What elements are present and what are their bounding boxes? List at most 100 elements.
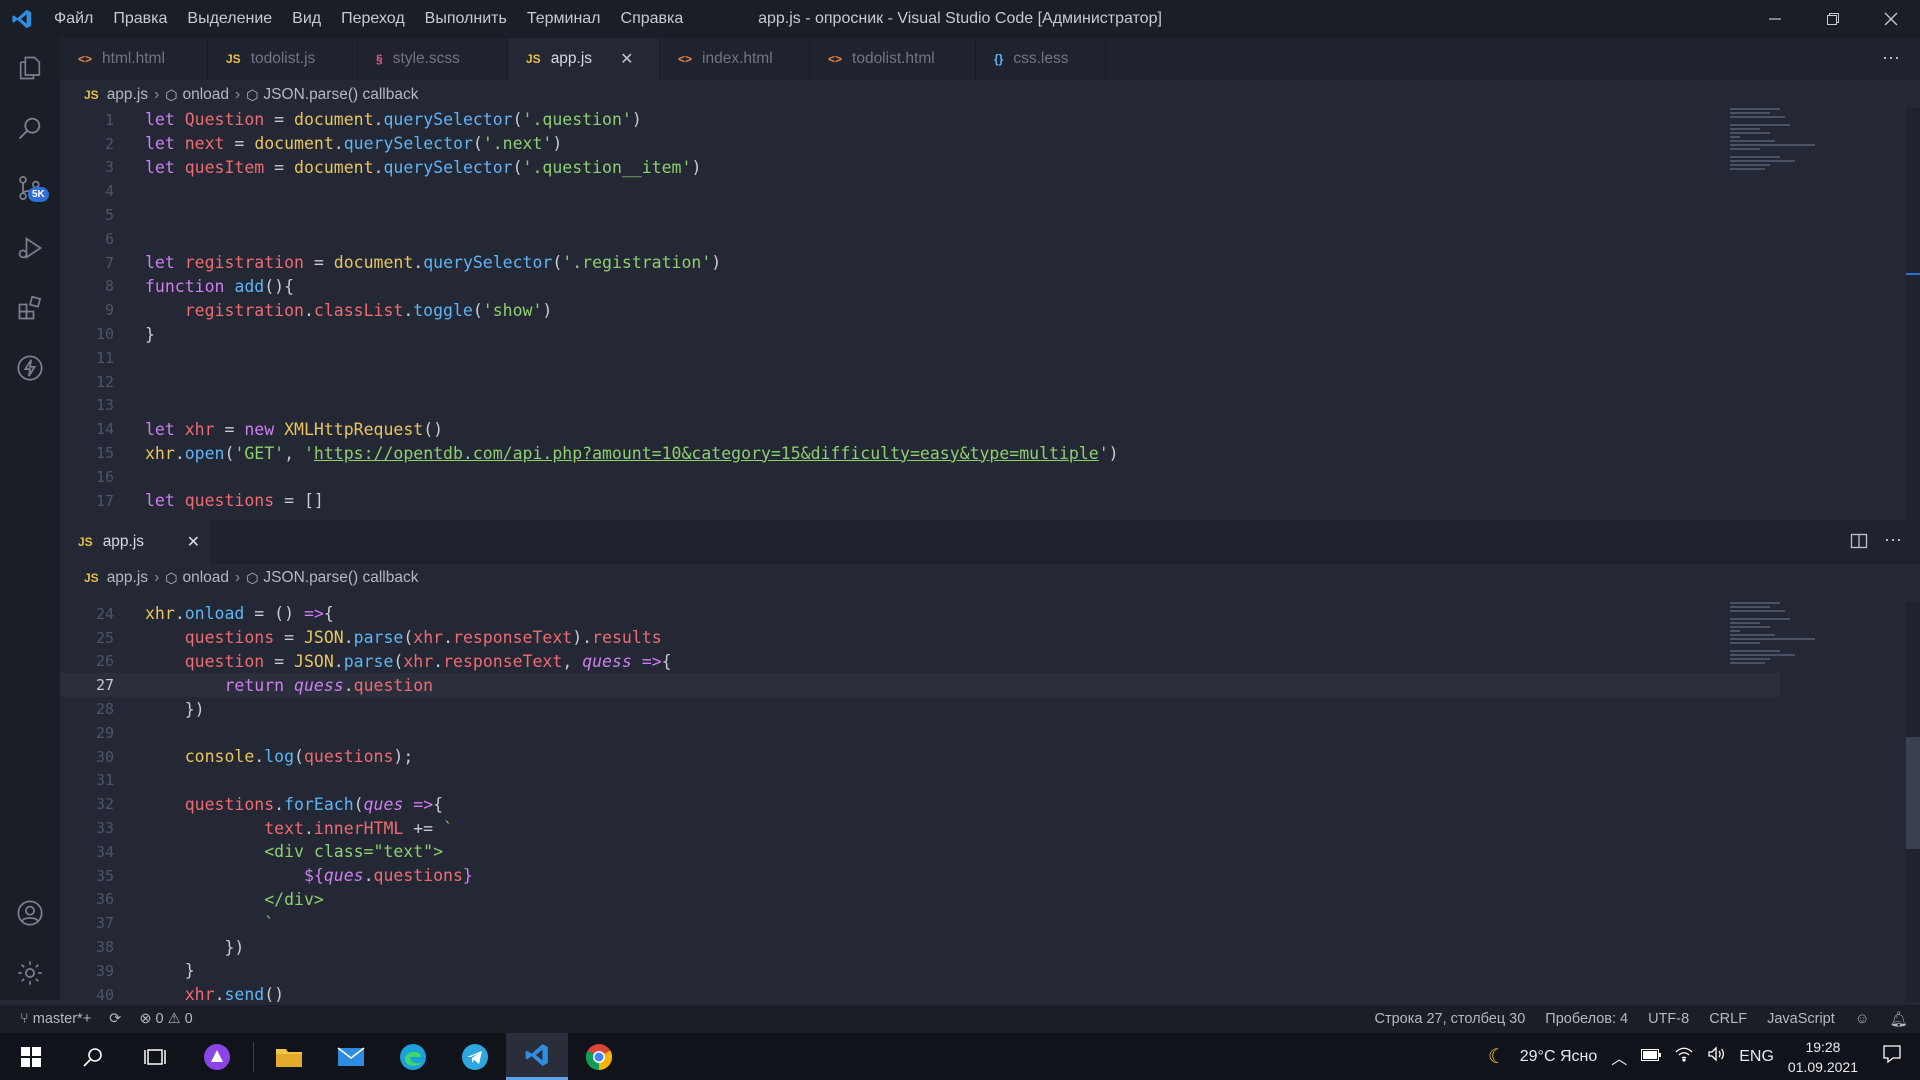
tab-app-js-split[interactable]: JS app.js ✕ <box>60 520 210 564</box>
close-tab-icon[interactable]: ✕ <box>187 532 200 552</box>
line-number: 17 <box>95 491 114 510</box>
cursor-position[interactable]: Строка 27, столбец 30 <box>1375 1011 1526 1027</box>
alice-assistant-icon[interactable] <box>186 1033 248 1080</box>
branch-indicator[interactable]: ⑂ master*+ <box>20 1011 91 1027</box>
more-actions-icon[interactable]: ⋯ <box>1882 48 1900 69</box>
line-number: 24 <box>95 604 114 623</box>
line-number: 2 <box>104 134 114 153</box>
vscode-taskbar-icon[interactable] <box>506 1033 568 1080</box>
battery-icon[interactable] <box>1641 1048 1662 1066</box>
wifi-icon[interactable] <box>1675 1046 1693 1067</box>
tab-app-js[interactable]: JS app.js ✕ <box>508 38 660 80</box>
menu-terminal[interactable]: Терминал <box>517 0 611 38</box>
line-ending[interactable]: CRLF <box>1709 1011 1747 1027</box>
js-icon: JS <box>226 52 241 66</box>
code-line: ` <box>264 913 275 933</box>
sync-icon[interactable]: ⟳ <box>109 1011 121 1027</box>
indentation[interactable]: Пробелов: 4 <box>1545 1011 1628 1027</box>
branch-name: master*+ <box>32 1011 92 1027</box>
menu-selection[interactable]: Выделение <box>177 0 282 38</box>
breadcrumb-callback[interactable]: JSON.parse() callback <box>263 86 418 104</box>
menu-edit[interactable]: Правка <box>103 0 177 38</box>
volume-icon[interactable] <box>1707 1046 1725 1067</box>
tab-css-less[interactable]: {} css.less <box>976 38 1106 80</box>
line-number: 27 <box>95 676 114 695</box>
html-icon: <> <box>678 52 693 66</box>
windows-start-icon[interactable] <box>0 1033 62 1080</box>
explorer-icon[interactable] <box>0 38 60 98</box>
tab-todolist-html[interactable]: <> todolist.html <box>810 38 976 80</box>
lightning-icon[interactable] <box>0 338 60 398</box>
line-number: 15 <box>95 444 114 463</box>
notifications-bell-icon[interactable]: 🔔︎ <box>1890 1011 1908 1028</box>
problems-indicator[interactable]: ⊗ 0 ⚠ 0 <box>139 1011 192 1027</box>
breadcrumb-callback[interactable]: JSON.parse() callback <box>263 569 418 587</box>
minimap[interactable] <box>1730 108 1820 172</box>
tab-todolist-js[interactable]: JS todolist.js <box>208 38 358 80</box>
menu-help[interactable]: Справка <box>611 0 694 38</box>
line-number: 40 <box>95 985 114 1002</box>
windows-taskbar: ☾ 29°C Ясно ︿ ENG 19:28 01.09.2021 <box>0 1033 1920 1080</box>
code-line: ${ques.questions} <box>303 866 473 886</box>
line-number: 31 <box>95 771 114 790</box>
file-explorer-icon[interactable] <box>258 1033 320 1080</box>
breadcrumb-split: JS app.js › ⬡ onload › ⬡ JSON.parse() ca… <box>60 565 1920 591</box>
line-number: 11 <box>95 348 114 367</box>
account-icon[interactable] <box>0 883 60 943</box>
telegram-icon[interactable] <box>444 1033 506 1080</box>
weather-moon-icon[interactable]: ☾ <box>1488 1044 1506 1069</box>
split-editor-icon[interactable] <box>1850 532 1868 555</box>
code-editor-bottom[interactable]: 24 xhr.onload = () =>{ 25 questions = JSO… <box>60 602 1920 1002</box>
breadcrumb-symbol[interactable]: onload <box>182 569 229 587</box>
menu-go[interactable]: Переход <box>331 0 415 38</box>
notifications-icon[interactable] <box>1882 1044 1902 1069</box>
chevron-up-icon[interactable]: ︿ <box>1611 1045 1627 1069</box>
menu-run[interactable]: Выполнить <box>415 0 517 38</box>
scrollbar[interactable] <box>1906 602 1920 1002</box>
mail-icon[interactable] <box>320 1033 382 1080</box>
status-bar: ⑂ master*+ ⟳ ⊗ 0 ⚠ 0 Строка 27, столбец … <box>0 1005 1920 1033</box>
source-control-icon[interactable]: 5K <box>0 158 60 218</box>
chrome-browser-icon[interactable] <box>568 1033 630 1080</box>
close-window-button[interactable] <box>1862 0 1920 38</box>
edge-browser-icon[interactable] <box>382 1033 444 1080</box>
scrollbar[interactable] <box>1906 108 1920 520</box>
task-view-icon[interactable] <box>124 1033 186 1080</box>
settings-gear-icon[interactable] <box>0 943 60 1003</box>
more-actions-icon[interactable]: ⋯ <box>1884 530 1902 551</box>
clock[interactable]: 19:28 01.09.2021 <box>1788 1037 1858 1077</box>
code-editor-top[interactable]: 1 let Question = document.querySelector('… <box>60 108 1920 520</box>
weather-text[interactable]: 29°C Ясно <box>1520 1048 1597 1066</box>
minimap[interactable] <box>1730 602 1820 666</box>
breadcrumb-symbol[interactable]: onload <box>182 86 229 104</box>
line-number: 38 <box>95 938 114 957</box>
restore-button[interactable] <box>1804 0 1862 38</box>
run-debug-icon[interactable] <box>0 218 60 278</box>
code-line: }) <box>145 699 205 719</box>
encoding[interactable]: UTF-8 <box>1648 1011 1689 1027</box>
language-mode[interactable]: JavaScript <box>1767 1011 1835 1027</box>
taskbar-search-icon[interactable] <box>62 1033 124 1080</box>
breadcrumb-file[interactable]: app.js <box>107 569 148 587</box>
menu-bar: Файл Правка Выделение Вид Переход Выполн… <box>44 0 693 38</box>
extensions-icon[interactable] <box>0 278 60 338</box>
tab-index-html[interactable]: <> index.html <box>660 38 810 80</box>
tab-style-scss[interactable]: § style.scss <box>358 38 508 80</box>
search-icon[interactable] <box>0 98 60 158</box>
close-tab-icon[interactable]: ✕ <box>620 49 633 69</box>
line-number: 34 <box>95 842 114 861</box>
code-line: xhr.onload = () =>{ <box>145 604 334 624</box>
cube-icon: ⬡ <box>165 569 178 586</box>
feedback-icon[interactable]: ☺ <box>1855 1011 1870 1027</box>
menu-view[interactable]: Вид <box>282 0 331 38</box>
input-language[interactable]: ENG <box>1739 1048 1774 1066</box>
line-number: 8 <box>104 277 114 296</box>
code-line: function add(){ <box>145 276 295 296</box>
minimize-button[interactable] <box>1746 0 1804 38</box>
line-number: 7 <box>104 253 114 272</box>
chevron-right-icon: › <box>154 569 160 586</box>
code-line: let quesItem = document.querySelector('.… <box>145 157 702 177</box>
tab-html-html[interactable]: <> html.html <box>60 38 208 80</box>
breadcrumb-file[interactable]: app.js <box>107 86 148 104</box>
menu-file[interactable]: Файл <box>44 0 103 38</box>
